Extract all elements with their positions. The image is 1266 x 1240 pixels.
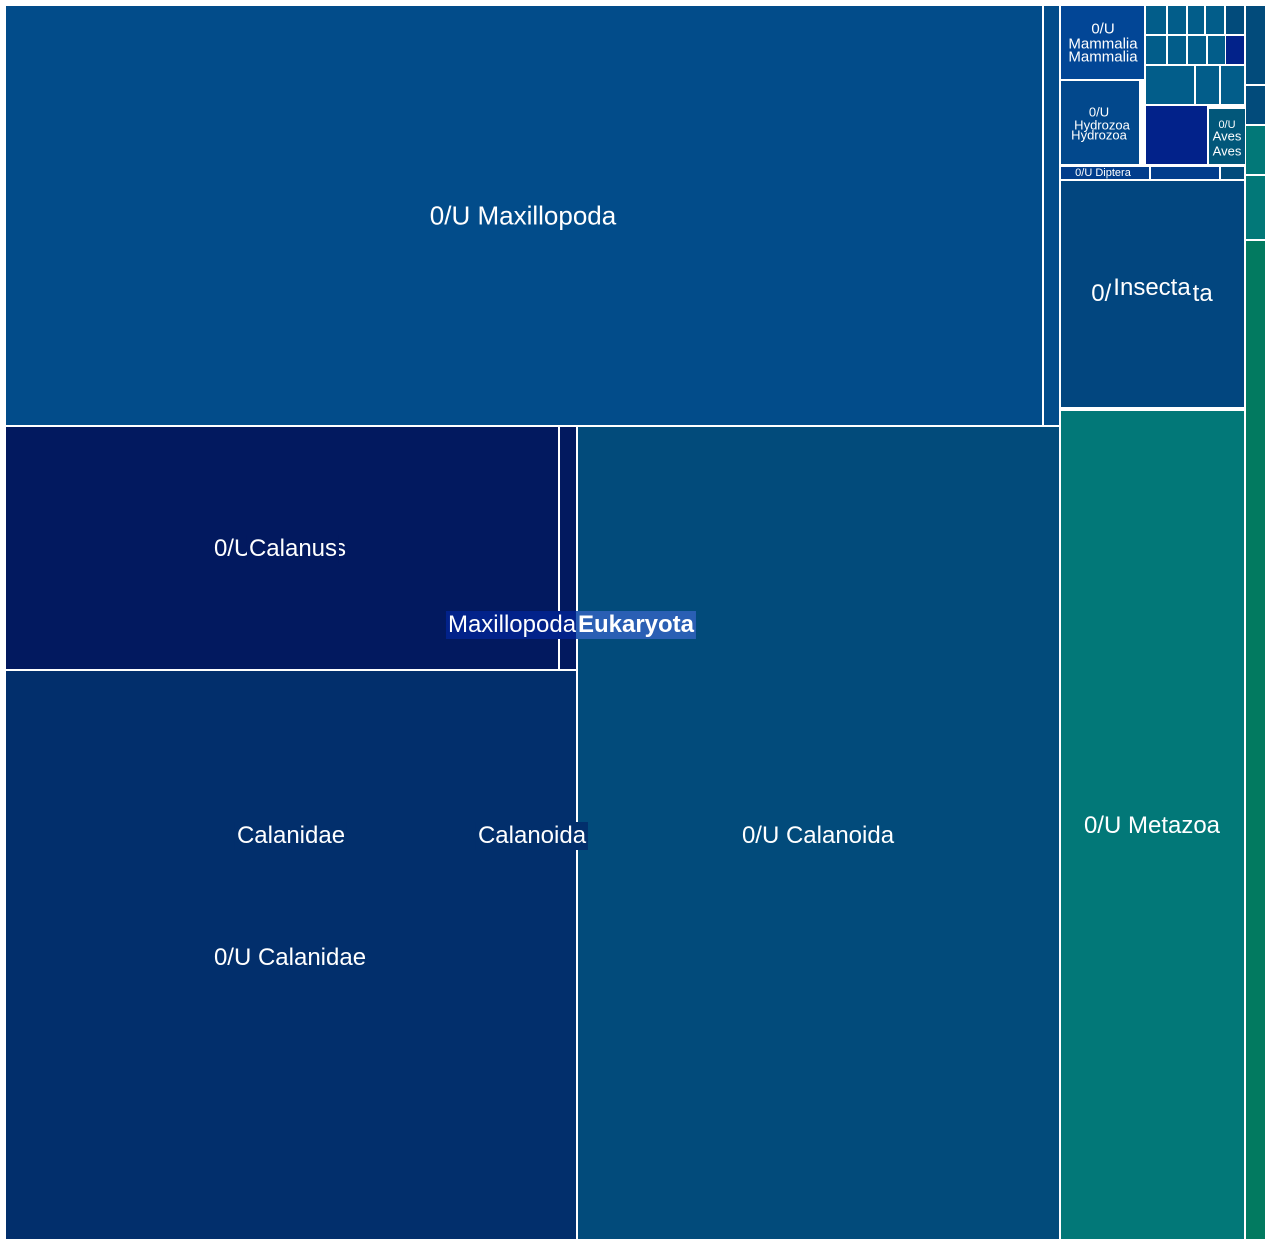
- small-blue-tile[interactable]: [1195, 65, 1220, 105]
- small-blue-tile[interactable]: [1245, 125, 1266, 175]
- small-blue-tile[interactable]: [1207, 35, 1227, 65]
- small-blue-tile[interactable]: [1245, 85, 1266, 125]
- calanidae-unassigned-tile[interactable]: [5, 670, 577, 1240]
- small-blue-tile[interactable]: [1187, 35, 1207, 65]
- small-dark-tile[interactable]: [1145, 105, 1208, 165]
- teal-strip-tile[interactable]: [1245, 240, 1266, 1240]
- calanus-unassigned-tile[interactable]: [5, 426, 559, 670]
- small-blue-tile[interactable]: [1220, 65, 1245, 105]
- maxillopoda-unassigned-tile[interactable]: [5, 5, 1043, 426]
- maxillopoda-strip-tile[interactable]: [1043, 5, 1060, 426]
- insecta-unassigned-tile[interactable]: [1060, 180, 1245, 408]
- small-blue-tile[interactable]: [1187, 5, 1205, 35]
- small-blue-tile[interactable]: [1225, 5, 1245, 35]
- small-blue-tile[interactable]: [1145, 65, 1195, 105]
- small-blue-tile[interactable]: [1167, 35, 1187, 65]
- small-dark-tile[interactable]: [1225, 35, 1245, 65]
- small-blue-tile[interactable]: [1205, 5, 1225, 35]
- mammalia-unassigned-tile[interactable]: [1060, 5, 1145, 80]
- calanoida-unassigned-tile[interactable]: [577, 426, 1060, 1240]
- small-blue-tile[interactable]: [1220, 166, 1245, 180]
- small-blue-tile[interactable]: [1245, 175, 1266, 240]
- treemap-chart: 0/U Maxillopoda 0/U Calanus Calanus Maxillo…: [0, 0, 1266, 1240]
- small-blue-tile[interactable]: [1245, 5, 1266, 85]
- diptera-unassigned-tile[interactable]: [1060, 166, 1150, 180]
- small-dark-tile[interactable]: [1150, 166, 1220, 180]
- small-blue-tile[interactable]: [1145, 35, 1167, 65]
- hydrozoa-unassigned-tile[interactable]: [1060, 80, 1140, 165]
- small-blue-tile[interactable]: [1167, 5, 1187, 35]
- calanus-strip-tile[interactable]: [559, 426, 577, 670]
- metazoa-unassigned-tile[interactable]: [1060, 410, 1245, 1240]
- aves-unassigned-tile[interactable]: [1208, 108, 1246, 165]
- small-blue-tile[interactable]: [1145, 5, 1167, 35]
